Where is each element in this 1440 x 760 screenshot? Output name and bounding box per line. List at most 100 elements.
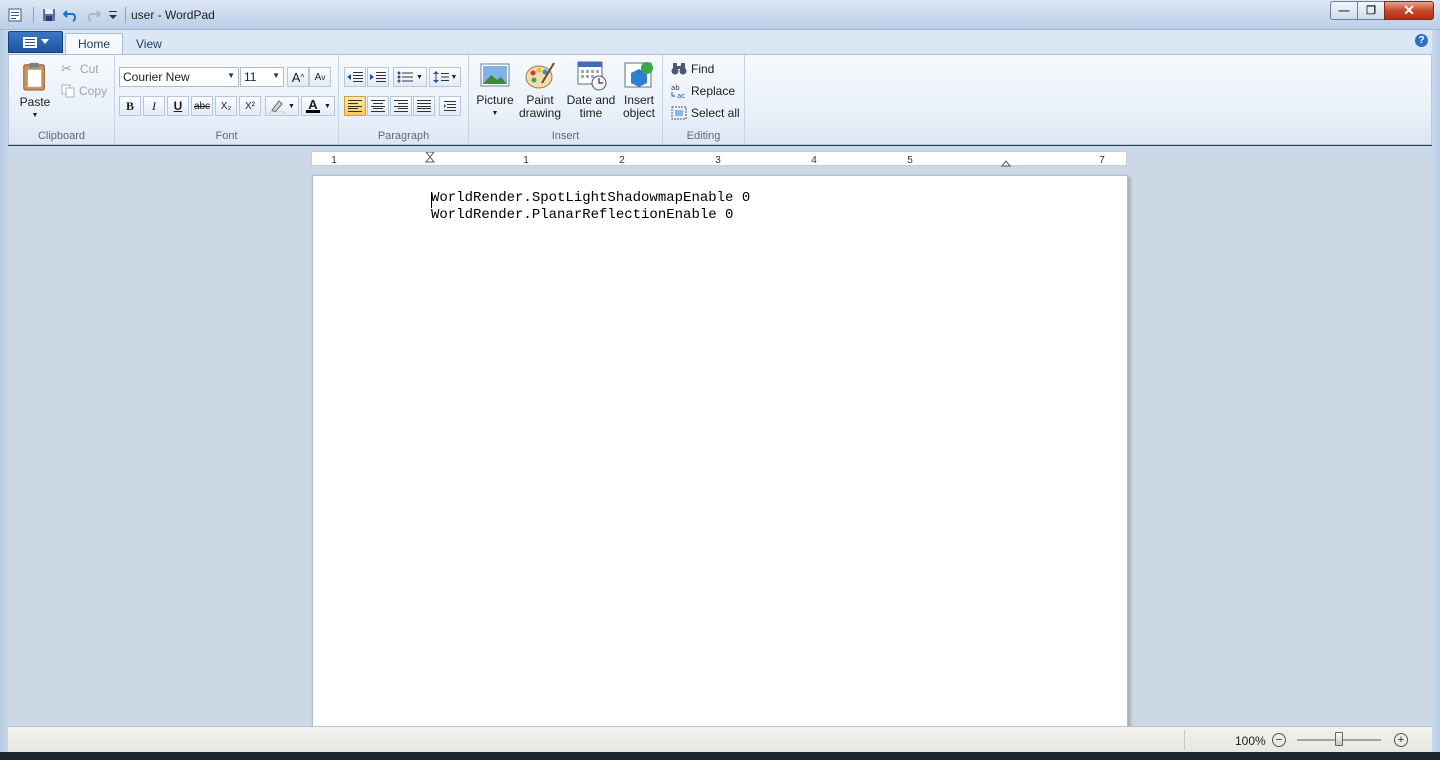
app-icon[interactable]: [6, 6, 24, 24]
right-indent-marker[interactable]: [1000, 160, 1012, 167]
strikethrough-button[interactable]: abc: [191, 96, 213, 116]
select-all-button[interactable]: Select all: [671, 103, 740, 123]
superscript-button[interactable]: X²: [239, 96, 261, 116]
replace-button[interactable]: ab ac Replace: [671, 81, 735, 101]
align-right-icon: [394, 100, 408, 112]
justify-button[interactable]: [413, 96, 435, 116]
document-line[interactable]: WorldRender.SpotLightShadowmapEnable 0: [431, 190, 750, 206]
shrink-font-icon: A: [314, 71, 322, 83]
paint-drawing-label-2: drawing: [518, 106, 562, 120]
line-spacing-button[interactable]: ▼: [429, 67, 461, 87]
highlighter-icon: [269, 100, 285, 114]
document-line[interactable]: WorldRender.PlanarReflectionEnable 0: [431, 207, 733, 223]
separator: [125, 7, 126, 23]
restore-icon: ❐: [1366, 5, 1376, 17]
zoom-level: 100%: [1235, 734, 1266, 748]
editing-group: Find ab ac Replace Select all Editing: [663, 55, 745, 144]
maximize-button[interactable]: ❐: [1357, 1, 1385, 20]
font-family-select[interactable]: Courier New ▼: [119, 67, 239, 87]
bold-icon: B: [125, 98, 134, 113]
zoom-slider-thumb[interactable]: [1335, 732, 1343, 746]
undo-icon[interactable]: [62, 6, 80, 24]
align-center-button[interactable]: [367, 96, 389, 116]
chevron-down-icon: ▼: [416, 73, 423, 81]
decrease-indent-button[interactable]: [344, 67, 366, 87]
paint-drawing-button[interactable]: Paint drawing: [517, 59, 563, 120]
chevron-down-icon: ▼: [324, 102, 331, 110]
insert-group-label: Insert: [551, 130, 580, 142]
binoculars-icon: [671, 63, 687, 75]
chevron-down-icon: ▼: [227, 71, 235, 80]
ruler-label: 5: [907, 155, 913, 166]
line-spacing-icon: [432, 71, 449, 83]
copy-button[interactable]: Copy: [61, 81, 107, 101]
help-icon[interactable]: ?: [1415, 34, 1428, 47]
minimize-button[interactable]: —: [1330, 1, 1358, 20]
chevron-down-icon: ▼: [450, 73, 458, 81]
redo-icon[interactable]: [84, 6, 102, 24]
app-menu-button[interactable]: [8, 31, 63, 53]
ribbon-tab-bar: Home View ?: [8, 30, 1432, 54]
chevron-down-icon: ▼: [272, 71, 280, 80]
close-button[interactable]: ✕: [1384, 1, 1434, 20]
bold-button[interactable]: B: [119, 96, 141, 116]
align-left-icon: [348, 100, 362, 112]
font-family-value: Courier New: [123, 70, 190, 84]
chevron-down-icon[interactable]: [104, 6, 122, 24]
clipboard-icon: [23, 62, 45, 91]
separator: [33, 7, 34, 23]
separator: [1184, 730, 1185, 750]
zoom-in-button[interactable]: +: [1394, 733, 1408, 747]
select-all-label: Select all: [691, 106, 740, 120]
ruler-label: 3: [715, 155, 721, 166]
font-color-button[interactable]: A ▼: [301, 96, 335, 116]
grow-font-button[interactable]: A ^: [287, 67, 309, 87]
chevron-down-icon[interactable]: ▼: [32, 109, 39, 122]
insert-object-button[interactable]: Insert object: [619, 59, 659, 120]
align-left-button[interactable]: [344, 96, 366, 116]
align-right-button[interactable]: [390, 96, 412, 116]
paragraph-settings-button[interactable]: [439, 96, 461, 116]
italic-button[interactable]: I: [143, 96, 165, 116]
date-time-label-2: time: [579, 106, 603, 120]
bullets-button[interactable]: ▼: [393, 67, 427, 87]
bullet-list-icon: [397, 71, 414, 83]
subscript-button[interactable]: X₂: [215, 96, 237, 116]
title-bar: user - WordPad — ❐ ✕: [0, 0, 1440, 30]
font-color-swatch: [306, 110, 320, 113]
save-icon[interactable]: [40, 6, 58, 24]
cut-button[interactable]: ✂ Cut: [61, 59, 99, 79]
font-size-select[interactable]: 11 ▼: [240, 67, 284, 87]
document-page[interactable]: WorldRender.SpotLightShadowmapEnable 0 W…: [312, 175, 1128, 726]
paste-button[interactable]: Paste ▼: [15, 59, 55, 122]
superscript-icon: X²: [245, 100, 255, 112]
taskbar-edge: [0, 752, 1440, 760]
svg-text:ac: ac: [677, 92, 685, 99]
underline-button[interactable]: U: [167, 96, 189, 116]
paint-palette-icon: [525, 62, 555, 89]
shrink-font-button[interactable]: Av: [309, 67, 331, 87]
paragraph-group-label: Paragraph: [377, 130, 430, 142]
horizontal-ruler[interactable]: 1 1 2 3 4 5 7: [311, 151, 1127, 167]
picture-button[interactable]: Picture ▼: [475, 59, 515, 120]
ruler-label: 1: [523, 155, 529, 166]
find-button[interactable]: Find: [671, 59, 714, 79]
document-workspace[interactable]: 1 1 2 3 4 5 7 WorldRender.SpotLightShadowmapEn…: [8, 146, 1432, 726]
highlight-color-button[interactable]: ▼: [265, 96, 299, 116]
clipboard-group: Paste ▼ ✂ Cut Copy Clipboard: [9, 55, 115, 144]
scissors-icon: ✂: [61, 61, 72, 76]
justify-icon: [417, 100, 431, 112]
insert-object-label-2: object: [622, 106, 656, 120]
plus-icon: +: [1397, 734, 1405, 746]
increase-indent-button[interactable]: [367, 67, 389, 87]
insert-group: Picture ▼ Paint drawing Date and time In…: [469, 55, 663, 144]
ruler-label: 1: [331, 155, 337, 166]
tab-view[interactable]: View: [124, 33, 174, 54]
replace-label: Replace: [691, 84, 736, 98]
zoom-out-button[interactable]: −: [1272, 733, 1286, 747]
date-time-button[interactable]: Date and time: [565, 59, 617, 120]
increase-indent-icon: [370, 72, 386, 82]
hanging-indent-marker[interactable]: [424, 156, 436, 163]
ruler-ticks: 1 1 2 3 4 5 7: [331, 152, 1105, 167]
tab-home[interactable]: Home: [65, 33, 124, 54]
